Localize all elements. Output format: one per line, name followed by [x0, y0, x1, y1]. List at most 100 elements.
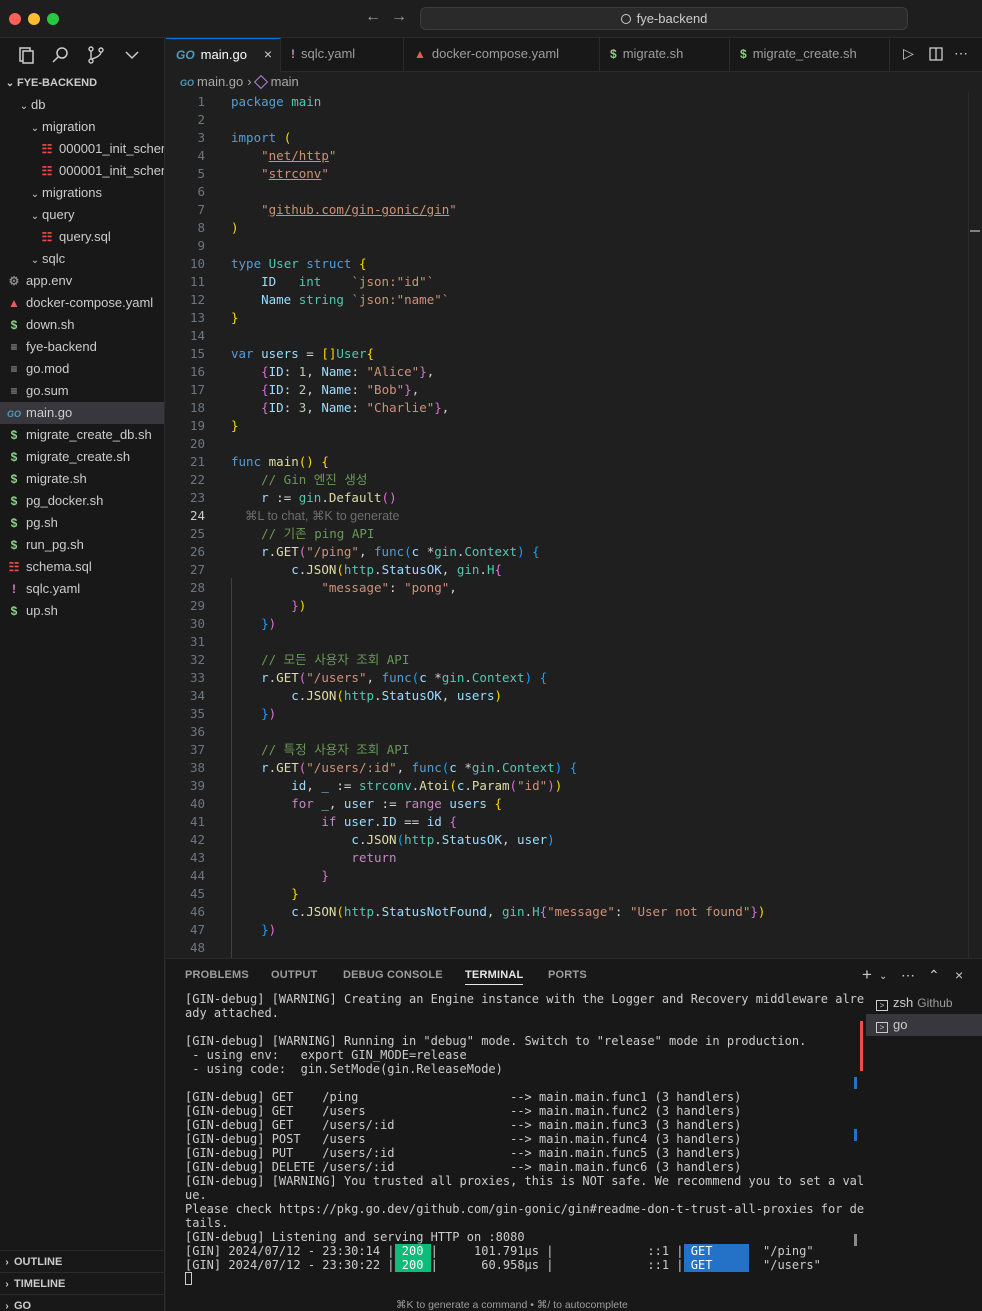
code-line[interactable]: 19} — [166, 417, 966, 435]
tree-file[interactable]: $ migrate_create.sh — [0, 446, 164, 468]
code-line[interactable]: 41 if user.ID == id { — [166, 813, 966, 831]
tree-file[interactable]: ☷ 000001_init_schema.down.sql — [0, 160, 164, 182]
tree-file[interactable]: ▲ docker-compose.yaml — [0, 292, 164, 314]
more-actions-icon[interactable]: ⋯ — [954, 38, 968, 72]
code-line[interactable]: 25 // 기존 ping API — [166, 525, 966, 543]
tree-file[interactable]: ! sqlc.yaml — [0, 578, 164, 600]
go-section[interactable]: › GO — [0, 1294, 165, 1311]
code-line[interactable]: 11 ID int `json:"id"` — [166, 273, 966, 291]
code-line[interactable]: 20 — [166, 435, 966, 453]
tree-file[interactable]: GO main.go — [0, 402, 164, 424]
tree-file[interactable]: $ down.sh — [0, 314, 164, 336]
code-line[interactable]: 17 {ID: 2, Name: "Bob"}, — [166, 381, 966, 399]
tree-file[interactable]: $ pg.sh — [0, 512, 164, 534]
code-line[interactable]: 28 "message": "pong", — [166, 579, 966, 597]
code-line[interactable]: 40 for _, user := range users { — [166, 795, 966, 813]
tree-file[interactable]: ⚙ app.env — [0, 270, 164, 292]
code-line[interactable]: 22 // Gin 엔진 생성 — [166, 471, 966, 489]
tree-file[interactable]: $ migrate_create_db.sh — [0, 424, 164, 446]
terminal-item-go[interactable]: > go — [866, 1014, 982, 1036]
tree-file[interactable]: $ run_pg.sh — [0, 534, 164, 556]
tab-migrate-sh[interactable]: $ migrate.sh — [600, 38, 730, 72]
code-line[interactable]: 23 r := gin.Default() — [166, 489, 966, 507]
code-line[interactable]: 8) — [166, 219, 966, 237]
back-arrow-icon[interactable]: ← — [365, 8, 381, 26]
close-icon[interactable]: × — [264, 39, 272, 70]
code-line[interactable]: 34 c.JSON(http.StatusOK, users) — [166, 687, 966, 705]
source-control-icon[interactable] — [86, 45, 106, 65]
tab-problems[interactable]: PROBLEMS — [185, 969, 249, 981]
tab-docker-compose[interactable]: ▲ docker-compose.yaml — [404, 38, 600, 72]
tree-file[interactable]: $ up.sh — [0, 600, 164, 622]
code-line[interactable]: 9 — [166, 237, 966, 255]
close-panel-icon[interactable]: × — [955, 967, 963, 983]
tree-folder[interactable]: ⌄ migration — [0, 116, 164, 138]
breadcrumb-symbol[interactable]: main — [271, 74, 299, 89]
code-line[interactable]: 13} — [166, 309, 966, 327]
tab-output[interactable]: OUTPUT — [271, 969, 317, 981]
code-line[interactable]: 35 }) — [166, 705, 966, 723]
code-line[interactable]: 46 c.JSON(http.StatusNotFound, gin.H{"me… — [166, 903, 966, 921]
terminal-item-zsh[interactable]: > zsh Github — [866, 992, 982, 1014]
terminal-prompt-line[interactable] — [185, 1272, 855, 1286]
tree-file[interactable]: ☷ 000001_init_schema.up.sql — [0, 138, 164, 160]
code-line[interactable]: 21 func main() { — [166, 453, 966, 471]
tree-folder[interactable]: ⌄ sqlc — [0, 248, 164, 270]
code-line[interactable]: 47 }) — [166, 921, 966, 939]
code-line[interactable]: 1 package main — [166, 93, 966, 111]
editor-scrollbar[interactable] — [968, 92, 982, 958]
search-icon[interactable] — [51, 45, 71, 65]
tab-ports[interactable]: PORTS — [548, 969, 587, 981]
code-line[interactable]: 6 — [166, 183, 966, 201]
tab-terminal[interactable]: TERMINAL — [465, 969, 524, 985]
tree-file[interactable]: ≡ go.mod — [0, 358, 164, 380]
code-line[interactable]: 24 ⌘L to chat, ⌘K to generate — [166, 507, 966, 525]
close-window-button[interactable] — [9, 13, 21, 25]
code-line[interactable]: 16 {ID: 1, Name: "Alice"}, — [166, 363, 966, 381]
code-line[interactable]: 15 var users = []User{ — [166, 345, 966, 363]
more-actions-icon[interactable]: ⋯ — [901, 967, 915, 984]
chevron-down-icon[interactable] — [122, 45, 142, 65]
tree-file[interactable]: $ pg_docker.sh — [0, 490, 164, 512]
code-line[interactable]: 37 // 특정 사용자 조회 API — [166, 741, 966, 759]
maximize-panel-icon[interactable]: ⌃ — [928, 967, 940, 984]
code-line[interactable]: 2 — [166, 111, 966, 129]
code-line[interactable]: 26 r.GET("/ping", func(c *gin.Context) { — [166, 543, 966, 561]
code-line[interactable]: 18 {ID: 3, Name: "Charlie"}, — [166, 399, 966, 417]
code-line[interactable]: 48 — [166, 939, 966, 957]
code-line[interactable]: 44 } — [166, 867, 966, 885]
tab-main-go[interactable]: GO main.go × — [166, 38, 281, 72]
code-line[interactable]: 43 return — [166, 849, 966, 867]
code-line[interactable]: 32 // 모든 사용자 조회 API — [166, 651, 966, 669]
code-line[interactable]: 3 import ( — [166, 129, 966, 147]
tree-file[interactable]: ☷ schema.sql — [0, 556, 164, 578]
code-line[interactable]: 14 — [166, 327, 966, 345]
files-icon[interactable] — [16, 45, 36, 65]
tree-file[interactable]: $ migrate.sh — [0, 468, 164, 490]
code-line[interactable]: 30 }) — [166, 615, 966, 633]
code-line[interactable]: 29 }) — [166, 597, 966, 615]
chevron-down-icon[interactable]: ⌄ — [879, 971, 887, 982]
explorer-section-header[interactable]: ⌄ FYE-BACKEND — [0, 72, 164, 94]
code-line[interactable]: 31 — [166, 633, 966, 651]
outline-section[interactable]: › OUTLINE — [0, 1250, 165, 1272]
tree-folder[interactable]: ⌄ query — [0, 204, 164, 226]
timeline-section[interactable]: › TIMELINE — [0, 1272, 165, 1294]
tree-folder[interactable]: ⌄ db — [0, 94, 164, 116]
maximize-window-button[interactable] — [47, 13, 59, 25]
code-line[interactable]: 39 id, _ := strconv.Atoi(c.Param("id")) — [166, 777, 966, 795]
tree-file[interactable]: ≡ go.sum — [0, 380, 164, 402]
code-line[interactable]: 38 r.GET("/users/:id", func(c *gin.Conte… — [166, 759, 966, 777]
tab-debug-console[interactable]: DEBUG CONSOLE — [343, 969, 443, 981]
forward-arrow-icon[interactable]: → — [391, 8, 407, 26]
code-line[interactable]: 45 } — [166, 885, 966, 903]
terminal-output[interactable]: [GIN-debug] [WARNING] Creating an Engine… — [185, 992, 864, 1286]
new-terminal-icon[interactable]: + — [862, 965, 872, 985]
code-line[interactable]: 27 c.JSON(http.StatusOK, gin.H{ — [166, 561, 966, 579]
split-editor-icon[interactable] — [929, 47, 943, 61]
tree-file[interactable]: ☷ query.sql — [0, 226, 164, 248]
tree-folder[interactable]: ⌄ migrations — [0, 182, 164, 204]
tree-file[interactable]: ≡ fye-backend — [0, 336, 164, 358]
breadcrumb-file[interactable]: main.go — [197, 74, 243, 89]
code-line[interactable]: 10 type User struct { — [166, 255, 966, 273]
